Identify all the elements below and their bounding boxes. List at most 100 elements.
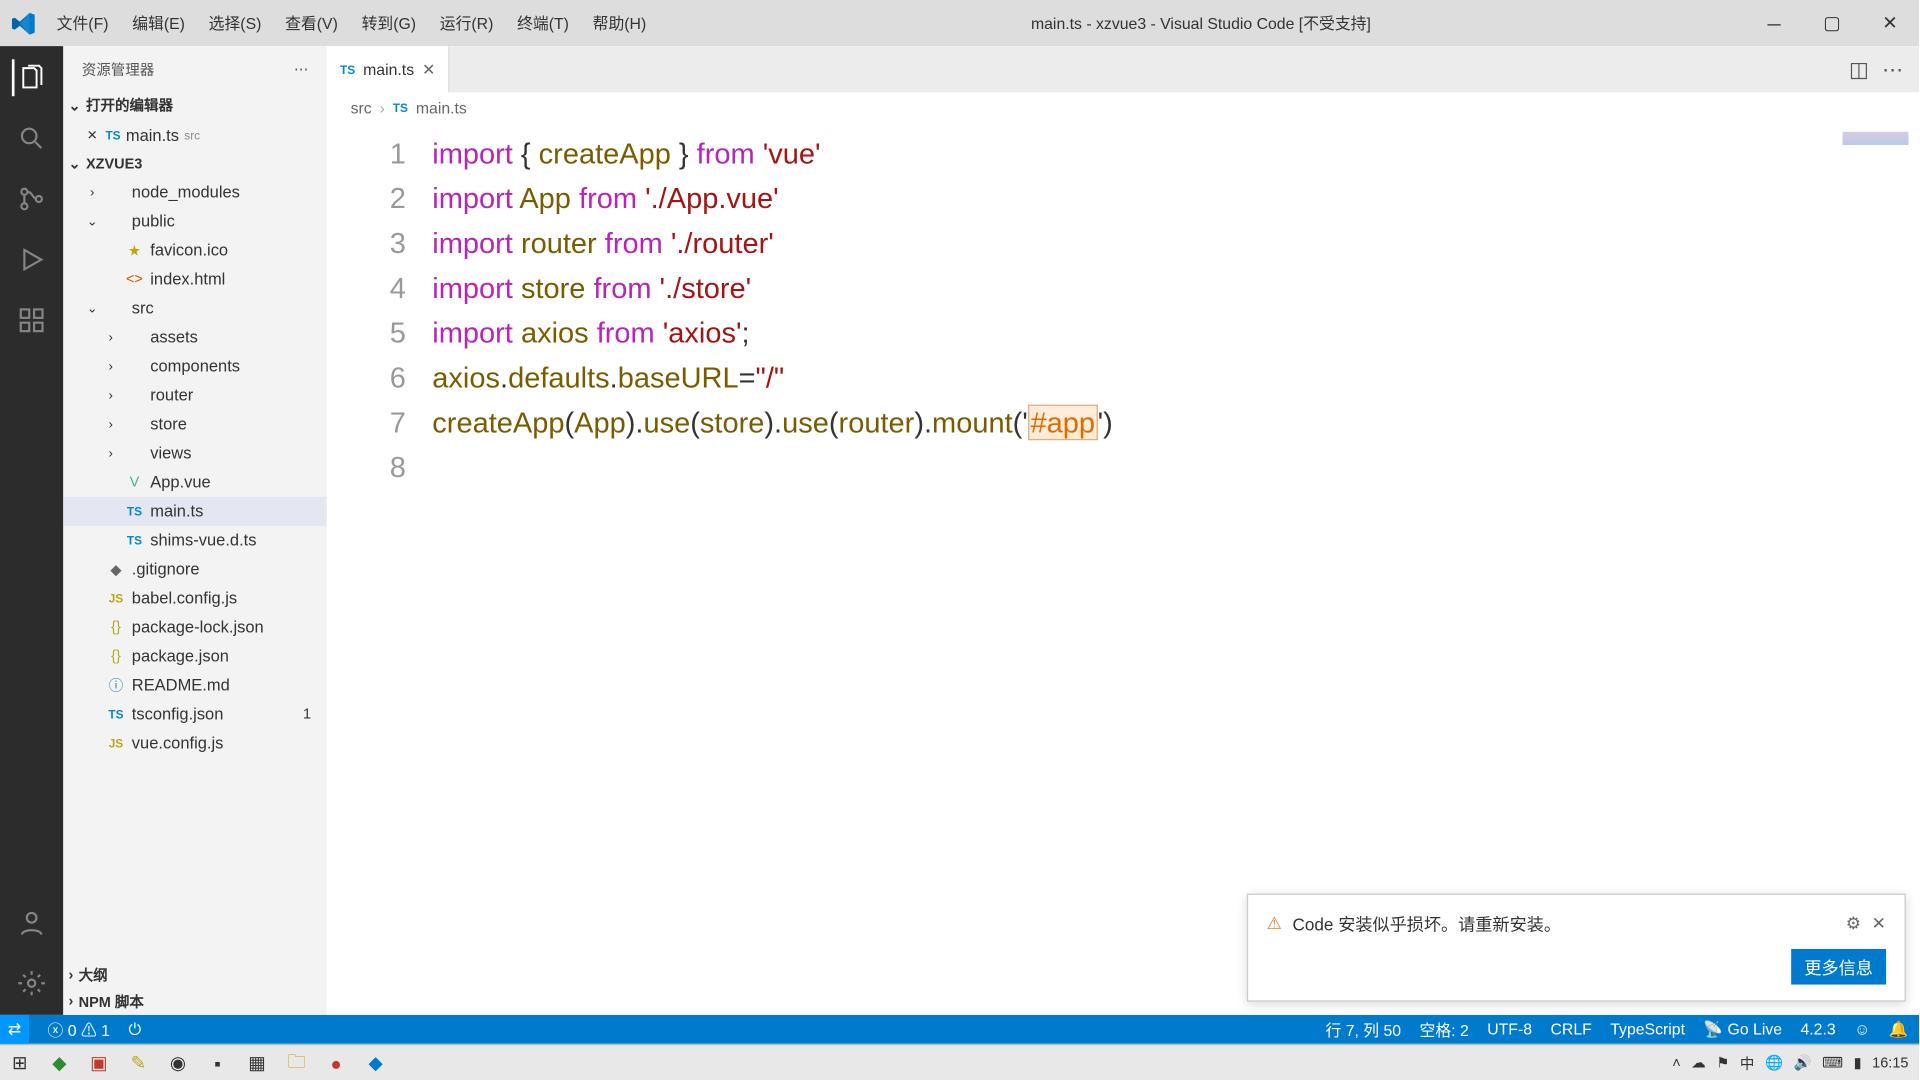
battery-icon[interactable]: ▮	[1854, 1054, 1862, 1071]
tree-item[interactable]: {}package-lock.json	[63, 613, 327, 642]
menu-item[interactable]: 查看(V)	[275, 7, 349, 40]
file-explorer-icon[interactable]: 🗀	[277, 1045, 317, 1080]
app-icon[interactable]: ●	[316, 1045, 356, 1080]
start-button[interactable]: ⊞	[0, 1045, 40, 1080]
app-icon[interactable]: ◆	[40, 1045, 80, 1080]
problems-indicator[interactable]: ⓧ 0 ⚠ 1	[48, 1018, 110, 1040]
ime-icon[interactable]: 中	[1740, 1052, 1754, 1073]
tree-item[interactable]: ›router	[63, 381, 327, 410]
tree-item[interactable]: ›node_modules	[63, 178, 327, 207]
code-line[interactable]: 5import axios from 'axios';	[327, 311, 1919, 356]
code-line[interactable]: 3import router from './router'	[327, 221, 1919, 266]
ports-icon[interactable]: ⏻	[128, 1019, 141, 1039]
explorer-title: 资源管理器	[82, 59, 154, 80]
eol-status[interactable]: CRLF	[1550, 1020, 1591, 1038]
notification-action-button[interactable]: 更多信息	[1791, 949, 1886, 985]
explorer-more-icon[interactable]: ⋯	[294, 61, 308, 78]
version-status[interactable]: 4.2.3	[1800, 1020, 1835, 1038]
terminal-icon[interactable]: ▪	[198, 1045, 238, 1080]
cursor-position[interactable]: 行 7, 列 50	[1325, 1018, 1401, 1040]
line-number: 8	[327, 445, 432, 490]
tree-item[interactable]: ★favicon.ico	[63, 236, 327, 265]
code-line[interactable]: 8	[327, 445, 1919, 490]
tab-close-icon[interactable]: ✕	[422, 60, 435, 78]
tree-item[interactable]: VApp.vue	[63, 468, 327, 497]
open-editors-section[interactable]: ⌄打开的编辑器	[63, 92, 327, 118]
system-tray[interactable]: ˄ ☁ ⚑ 中 🌐 🔊 ⌨ ▮ 16:15	[1662, 1052, 1919, 1073]
split-editor-icon[interactable]: ◫	[1849, 56, 1869, 82]
tree-item[interactable]: ⌄src	[63, 294, 327, 323]
menu-item[interactable]: 终端(T)	[507, 7, 580, 40]
npm-scripts-section[interactable]: ›NPM 脚本	[63, 988, 327, 1014]
breadcrumb[interactable]: src› TS main.ts	[327, 92, 1919, 124]
file-icon: TS	[105, 708, 126, 721]
menu-item[interactable]: 文件(F)	[46, 7, 119, 40]
tree-item[interactable]: JSvue.config.js	[63, 729, 327, 758]
feedback-icon[interactable]: ☺	[1854, 1020, 1870, 1038]
tree-item[interactable]: JSbabel.config.js	[63, 584, 327, 613]
extensions-icon[interactable]	[13, 302, 50, 339]
tree-item[interactable]: ◆.gitignore	[63, 555, 327, 584]
notification-settings-icon[interactable]: ⚙	[1846, 913, 1861, 934]
tree-item[interactable]: TStsconfig.json1	[63, 700, 327, 729]
notifications-icon[interactable]: 🔔	[1889, 1020, 1909, 1038]
tray-chevron-icon[interactable]: ˄	[1672, 1055, 1680, 1071]
tab-more-icon[interactable]: ⋯	[1882, 56, 1903, 82]
tree-item[interactable]: TSshims-vue.d.ts	[63, 526, 327, 555]
file-icon: ★	[124, 242, 145, 259]
vscode-taskbar-icon[interactable]: ◆	[356, 1045, 396, 1080]
menu-item[interactable]: 编辑(E)	[122, 7, 196, 40]
explorer-icon[interactable]	[12, 59, 49, 96]
network-icon[interactable]: 🌐	[1765, 1054, 1783, 1071]
volume-icon[interactable]: 🔊	[1794, 1054, 1812, 1071]
tree-item[interactable]: ⌄public	[63, 207, 327, 236]
close-button[interactable]: ✕	[1861, 0, 1919, 46]
run-debug-icon[interactable]	[13, 241, 50, 278]
app-icon[interactable]: ✎	[119, 1045, 159, 1080]
settings-gear-icon[interactable]	[13, 965, 50, 1002]
menu-item[interactable]: 选择(S)	[198, 7, 272, 40]
tree-item[interactable]: ⓘREADME.md	[63, 671, 327, 700]
code-line[interactable]: 6axios.defaults.baseURL="/"	[327, 356, 1919, 401]
tree-item[interactable]: ›assets	[63, 323, 327, 352]
encoding-status[interactable]: UTF-8	[1487, 1020, 1532, 1038]
line-number: 4	[327, 266, 432, 311]
menu-item[interactable]: 运行(R)	[429, 7, 504, 40]
tree-item[interactable]: ›views	[63, 439, 327, 468]
minimap[interactable]	[1843, 132, 1909, 145]
indent-status[interactable]: 空格: 2	[1420, 1018, 1469, 1040]
tray-icon[interactable]: ☁	[1691, 1054, 1705, 1071]
notification-close-icon[interactable]: ✕	[1872, 913, 1886, 934]
chrome-icon[interactable]: ◉	[158, 1045, 198, 1080]
tree-item[interactable]: ›components	[63, 352, 327, 381]
tree-item[interactable]: <>index.html	[63, 265, 327, 294]
tab-main-ts[interactable]: TS main.ts ✕	[327, 46, 450, 92]
language-mode[interactable]: TypeScript	[1610, 1020, 1685, 1038]
app-icon[interactable]: ▦	[237, 1045, 277, 1080]
tree-item[interactable]: TSmain.ts	[63, 497, 327, 526]
clock[interactable]: 16:15	[1872, 1055, 1908, 1071]
account-icon[interactable]	[13, 904, 50, 941]
code-line[interactable]: 2import App from './App.vue'	[327, 177, 1919, 222]
code-line[interactable]: 1import { createApp } from 'vue'	[327, 132, 1919, 177]
menu-item[interactable]: 转到(G)	[351, 7, 427, 40]
maximize-button[interactable]: ▢	[1803, 0, 1861, 46]
go-live-button[interactable]: 📡 Go Live	[1703, 1020, 1782, 1038]
keyboard-icon[interactable]: ⌨	[1822, 1054, 1843, 1071]
outline-section[interactable]: ›大纲	[63, 962, 327, 988]
minimize-button[interactable]: ─	[1745, 0, 1803, 46]
tree-item[interactable]: {}package.json	[63, 642, 327, 671]
code-line[interactable]: 7createApp(App).use(store).use(router).m…	[327, 401, 1919, 446]
code-editor[interactable]: 1import { createApp } from 'vue'2import …	[327, 124, 1919, 1015]
menu-item[interactable]: 帮助(H)	[582, 7, 657, 40]
code-line[interactable]: 4import store from './store'	[327, 266, 1919, 311]
tray-icon[interactable]: ⚑	[1716, 1054, 1729, 1071]
remote-indicator[interactable]: ⇄	[0, 1015, 29, 1044]
window-title: main.ts - xzvue3 - Visual Studio Code [不…	[657, 12, 1745, 34]
tree-item[interactable]: ›store	[63, 410, 327, 439]
open-editor-item[interactable]: ✕ TS main.ts src	[63, 121, 327, 150]
project-section[interactable]: ⌄XZVUE3	[63, 153, 327, 175]
app-icon[interactable]: ▣	[79, 1045, 119, 1080]
search-icon[interactable]	[13, 120, 50, 157]
source-control-icon[interactable]	[13, 181, 50, 218]
